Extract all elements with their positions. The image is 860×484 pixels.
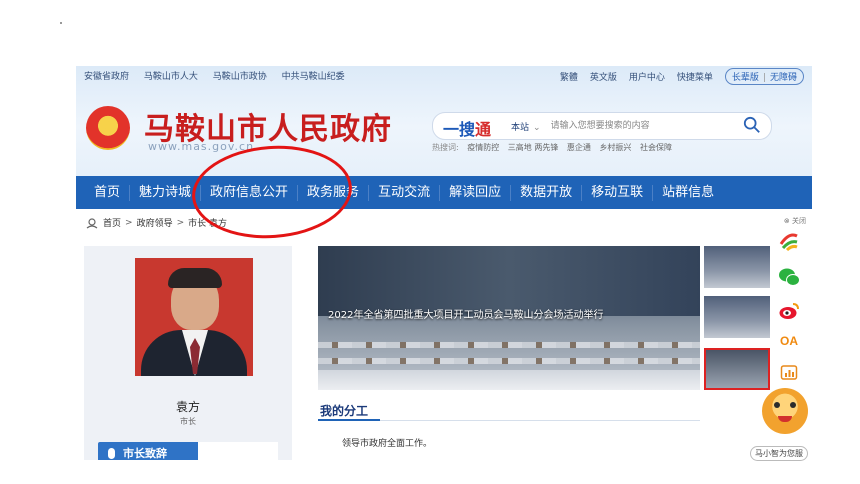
barrier-free-link[interactable]: 无障碍 — [770, 73, 797, 83]
news-slideshow[interactable]: 2022年全省第四批重大项目开工动员会马鞍山分会场活动举行 — [318, 246, 700, 390]
breadcrumb-sep: > — [125, 217, 133, 228]
hot-word[interactable]: 社会保障 — [640, 143, 672, 152]
slide-caption[interactable]: 2022年全省第四批重大项目开工动员会马鞍山分会场活动举行 — [328, 306, 603, 321]
search-brand-tail: 通 — [475, 120, 492, 139]
assistant-mascot-icon[interactable] — [762, 388, 808, 434]
nav-mobile[interactable]: 移动互联 — [582, 184, 654, 201]
quick-menu-link[interactable]: 快捷菜单 — [677, 70, 713, 83]
search-scope-label: 本站 — [511, 122, 530, 133]
hot-word[interactable]: 疫情防控 — [467, 143, 499, 152]
accessibility-toggle: 长辈版 | 无障碍 — [724, 68, 804, 85]
site-header: 安徽省政府 马鞍山市人大 马鞍山市政协 中共马鞍山纪委 繁體 英文版 用户中心 … — [76, 66, 812, 176]
location-icon — [86, 217, 98, 228]
search-input[interactable] — [548, 120, 723, 132]
top-right-links: 繁體 英文版 用户中心 快捷菜单 长辈版 | 无障碍 — [548, 68, 804, 85]
traditional-link[interactable]: 繁體 — [560, 70, 578, 83]
breadcrumb-sep: > — [176, 217, 185, 228]
oa-icon[interactable]: OA — [776, 328, 802, 354]
wechat-icon[interactable] — [776, 264, 802, 290]
chevron-down-icon: ⌄ — [533, 122, 541, 133]
slide-thumbnail[interactable] — [704, 246, 770, 288]
slide-bottom — [318, 370, 700, 390]
nav-interpretation[interactable]: 解读回应 — [440, 184, 512, 201]
leader-profile: 袁方 市长 市长致辞 — [84, 246, 292, 460]
hot-words: 热搜词: 疫情防控 三高地 两先锋 惠企通 乡村振兴 社会保障 — [432, 142, 678, 153]
stray-dot — [60, 22, 62, 24]
website-frame: 安徽省政府 马鞍山市人大 马鞍山市政协 中共马鞍山纪委 繁體 英文版 用户中心 … — [76, 66, 812, 460]
hot-word[interactable]: 三高地 两先锋 — [508, 143, 559, 152]
mayor-speech-label: 市长致辞 — [123, 447, 167, 460]
mayor-speech-button[interactable]: 市长致辞 — [98, 442, 208, 460]
slide-seat-row — [318, 342, 700, 348]
user-center-link[interactable]: 用户中心 — [629, 70, 665, 83]
breadcrumb-home[interactable]: 首页 — [103, 216, 121, 229]
search-icon[interactable] — [743, 116, 761, 134]
top-links: 安徽省政府 马鞍山市人大 马鞍山市政协 中共马鞍山纪委 — [84, 69, 357, 82]
slide-thumbnail[interactable] — [704, 296, 770, 338]
search-brand: 一搜通 — [443, 116, 491, 140]
assistant-label[interactable]: 马小智为您服 — [750, 446, 808, 461]
hot-words-label: 热搜词: — [432, 143, 459, 152]
top-link[interactable]: 马鞍山市人大 — [144, 72, 198, 82]
breadcrumb-leaders[interactable]: 政府领导 — [137, 216, 173, 229]
top-link[interactable]: 中共马鞍山纪委 — [282, 72, 345, 82]
hair-shape — [168, 268, 222, 288]
elder-mode-link[interactable]: 长辈版 — [732, 73, 759, 83]
nav-charm-city[interactable]: 魅力诗城 — [130, 184, 202, 201]
duty-underline — [318, 419, 700, 421]
data-icon[interactable] — [776, 360, 802, 386]
speech-panel — [198, 442, 278, 460]
slide-thumbnail-active[interactable] — [704, 348, 770, 390]
slide-seat-row — [318, 358, 700, 364]
oa-label: OA — [780, 334, 798, 348]
app-icon[interactable] — [776, 228, 802, 254]
weibo-icon[interactable] — [776, 298, 802, 324]
main-nav: 首页 魅力诗城 政府信息公开 政务服务 互动交流 解读回应 数据开放 移动互联 … — [76, 176, 812, 209]
search-bar: 一搜通 本站 ⌄ — [432, 112, 772, 140]
duty-text: 领导市政府全面工作。 — [342, 439, 433, 449]
top-link[interactable]: 安徽省政府 — [84, 72, 129, 82]
nav-interaction[interactable]: 互动交流 — [369, 184, 441, 201]
duty-heading: 我的分工 — [320, 404, 369, 418]
search-brand-main: 一搜 — [443, 120, 476, 139]
search-scope-select[interactable]: 本站 ⌄ — [511, 120, 541, 133]
nav-site-group[interactable]: 站群信息 — [653, 185, 723, 201]
top-link[interactable]: 马鞍山市政协 — [213, 72, 267, 82]
leader-title: 市长 — [180, 417, 196, 426]
leader-name: 袁方 — [175, 400, 200, 414]
hot-word[interactable]: 惠企通 — [567, 143, 591, 152]
english-link[interactable]: 英文版 — [590, 70, 617, 83]
pill-separator: | — [762, 73, 766, 83]
nav-home[interactable]: 首页 — [76, 184, 131, 201]
close-sidebar-button[interactable]: ⊗ 关闭 — [784, 216, 806, 226]
hot-word[interactable]: 乡村振兴 — [599, 143, 631, 152]
nav-open-data[interactable]: 数据开放 — [511, 184, 583, 201]
national-emblem-icon — [86, 106, 130, 150]
leader-photo — [135, 258, 253, 376]
microphone-icon — [108, 447, 115, 459]
